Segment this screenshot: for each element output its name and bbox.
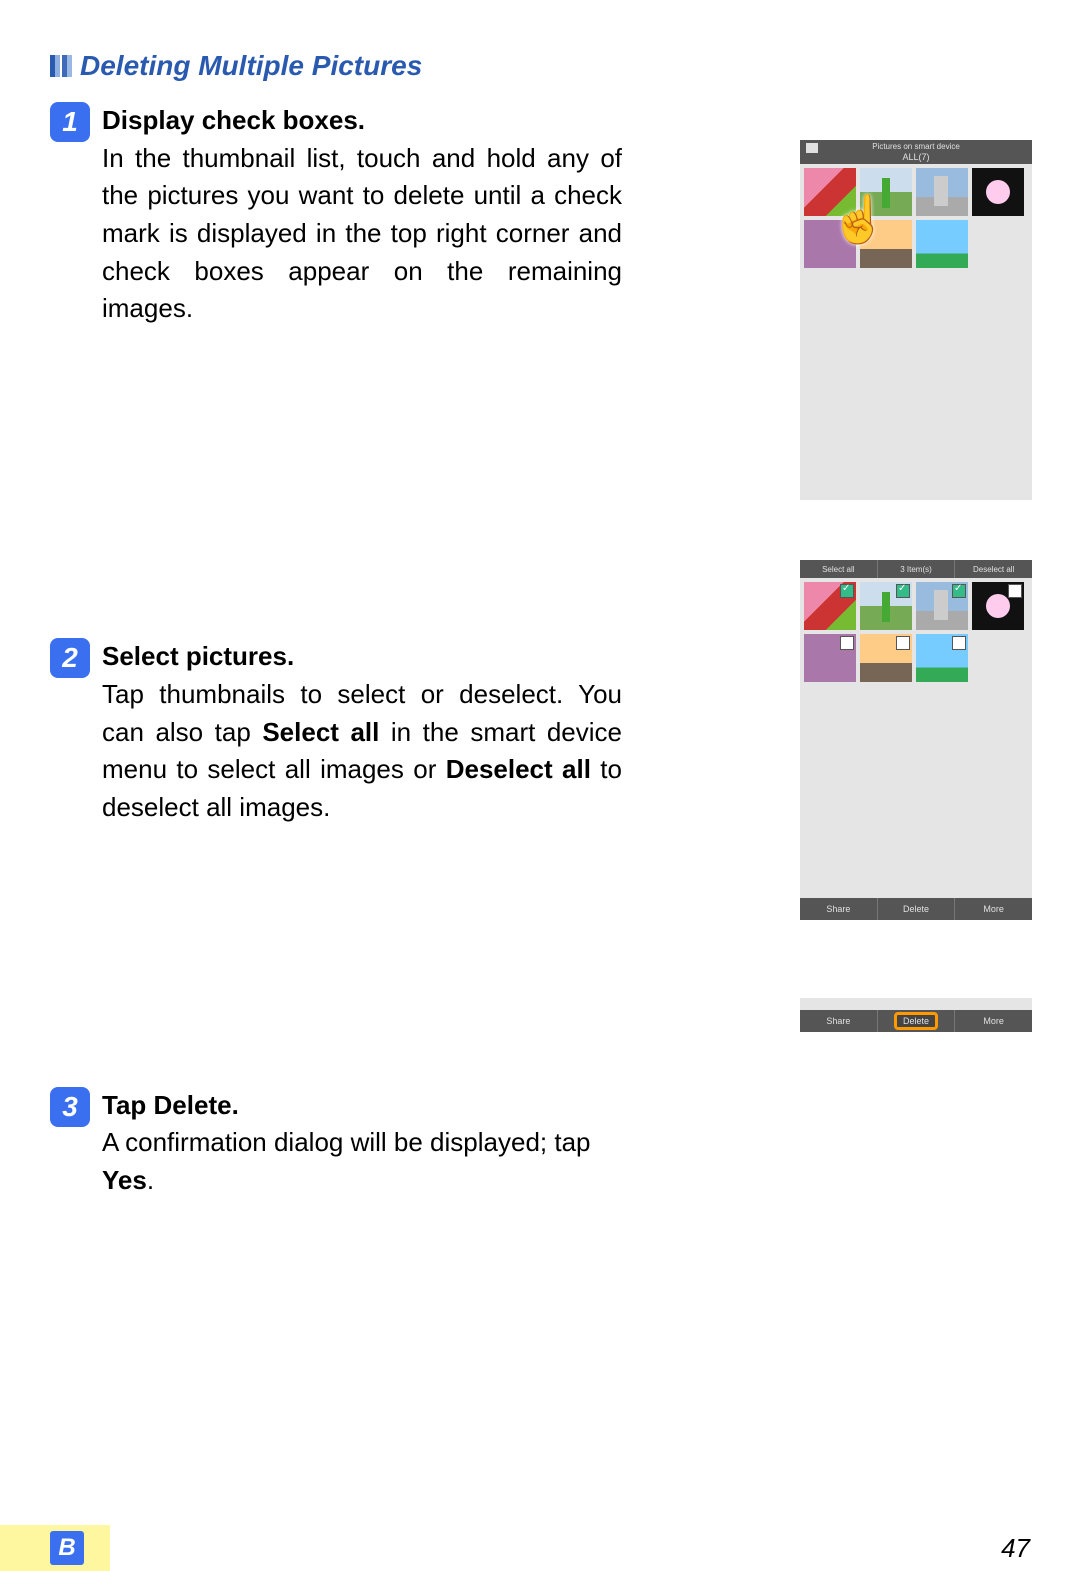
thumbnail[interactable] [916, 582, 968, 630]
step3-heading-a: Tap [102, 1090, 154, 1120]
step3-text-c: . [147, 1165, 154, 1195]
step1-text: In the thumbnail list, touch and hold an… [102, 143, 622, 324]
phone1-header: Pictures on smart device ALL(7) [800, 140, 1032, 164]
thumbnail[interactable] [972, 582, 1024, 630]
screenshot-step2: Select all 3 Item(s) Deselect all Share … [800, 560, 1032, 920]
screenshot-step3: Share Delete More [800, 998, 1032, 1032]
phone1-header-line2: ALL(7) [804, 152, 1028, 162]
step-number-1: 1 [50, 102, 90, 142]
thumbnail[interactable] [804, 220, 856, 268]
step2-text-d: De­select all [446, 754, 591, 784]
step-3: 3 Tap Delete. A confirmation dialog will… [50, 1087, 1030, 1200]
delete-button-highlighted[interactable]: Delete [878, 1010, 956, 1032]
checkbox-icon [952, 636, 966, 650]
section-title-text: Deleting Multiple Pictures [80, 50, 422, 82]
checkbox-checked-icon [896, 584, 910, 598]
thumbnail[interactable] [860, 168, 912, 216]
item-count: 3 Item(s) [878, 560, 956, 578]
phone2-bottom-bar: Share Delete More [800, 898, 1032, 920]
screenshot-step1: Pictures on smart device ALL(7) ☝ [800, 140, 1032, 500]
step3-heading-b: Delete [154, 1090, 232, 1120]
checkbox-icon [896, 636, 910, 650]
page-number: 47 [1001, 1533, 1030, 1564]
phone1-grid: ☝ [800, 164, 1032, 500]
step3-text-a: A confirmation dialog will be displayed;… [102, 1127, 591, 1157]
thumbnail[interactable] [916, 168, 968, 216]
thumbnail[interactable] [804, 168, 856, 216]
thumbnail[interactable] [804, 634, 856, 682]
section-badge: B [50, 1531, 84, 1565]
phone1-header-line1: Pictures on smart device [804, 142, 1028, 151]
checkbox-icon [1008, 584, 1022, 598]
thumbnail[interactable] [916, 634, 968, 682]
thumbnail[interactable] [804, 582, 856, 630]
deselect-all-button[interactable]: Deselect all [955, 560, 1032, 578]
step-number-3: 3 [50, 1087, 90, 1127]
checkbox-checked-icon [952, 584, 966, 598]
step3-heading-c: . [232, 1090, 239, 1120]
step2-text-b: Select all [262, 717, 379, 747]
phone3-bottom-bar: Share Delete More [800, 1010, 1032, 1032]
step-number-2: 2 [50, 638, 90, 678]
step2-heading: Select pictures. [102, 641, 294, 671]
checkbox-checked-icon [840, 584, 854, 598]
phone2-selection-bar: Select all 3 Item(s) Deselect all [800, 560, 1032, 578]
section-title: Deleting Multiple Pictures [50, 50, 1030, 82]
section-bars-icon [50, 55, 74, 77]
thumbnail[interactable] [860, 220, 912, 268]
more-button[interactable]: More [955, 1010, 1032, 1032]
share-button[interactable]: Share [800, 898, 878, 920]
thumbnail[interactable] [916, 220, 968, 268]
select-all-button[interactable]: Select all [800, 560, 878, 578]
delete-button[interactable]: Delete [878, 898, 956, 920]
page-footer: B 47 [0, 1525, 1080, 1571]
thumbnail[interactable] [972, 168, 1024, 216]
manual-page: Deleting Multiple Pictures 1 Display che… [0, 0, 1080, 1571]
step1-heading: Display check boxes. [102, 105, 365, 135]
checkbox-icon [840, 636, 854, 650]
step3-text-b: Yes [102, 1165, 147, 1195]
folder-icon [806, 143, 818, 153]
phone2-grid [800, 578, 1032, 898]
more-button[interactable]: More [955, 898, 1032, 920]
thumbnail[interactable] [860, 582, 912, 630]
thumbnail[interactable] [860, 634, 912, 682]
share-button[interactable]: Share [800, 1010, 878, 1032]
